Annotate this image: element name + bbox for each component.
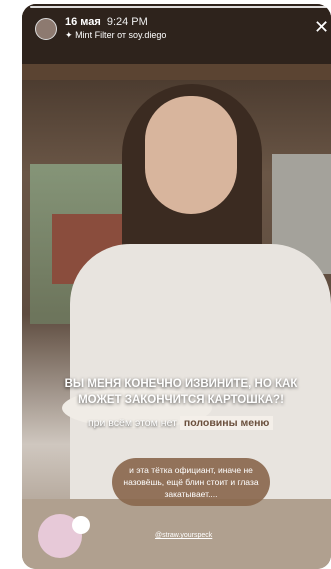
roof-beam <box>22 64 331 80</box>
filter-text: Mint Filter от soy.diego <box>75 30 167 40</box>
thumbnail-badge <box>72 516 90 534</box>
person-face <box>145 96 237 214</box>
caption-sub: при всём этом нет половины меню <box>88 416 274 430</box>
sparkle-icon: ✦ <box>65 30 73 40</box>
caption-bubble: и эта тётка официант, иначе не назовёшь,… <box>112 458 270 506</box>
caption-sub-highlight: половины меню <box>179 416 274 430</box>
filter-credit[interactable]: ✦ Mint Filter от soy.diego <box>65 30 166 41</box>
caption-sub-plain: при всём этом нет <box>88 417 177 429</box>
date-text: 16 мая <box>65 16 101 28</box>
story-progress-bar <box>30 6 327 8</box>
mention-handle[interactable]: @straw.yourspeck <box>155 532 212 539</box>
close-icon[interactable]: ✕ <box>314 18 329 36</box>
story-date: 16 мая 9:24 PM <box>65 16 148 28</box>
avatar[interactable] <box>35 18 57 40</box>
caption-headline: ВЫ МЕНЯ КОНЕЧНО ИЗВИНИТЕ, НО КАК МОЖЕТ З… <box>64 378 298 406</box>
time-text: 9:24 PM <box>106 16 148 28</box>
